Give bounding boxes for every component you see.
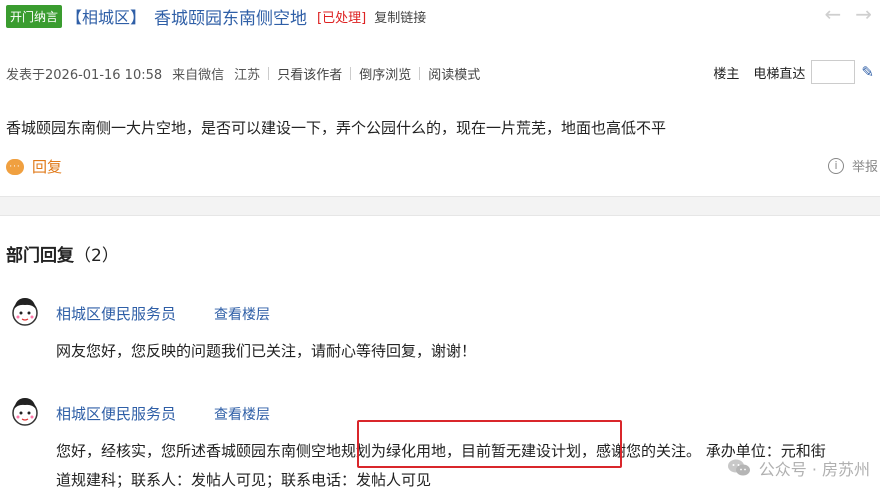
copy-link-button[interactable]: 复制链接 bbox=[374, 7, 426, 26]
floor-jump-input[interactable] bbox=[811, 60, 856, 84]
divider bbox=[350, 66, 352, 80]
reply-user-name[interactable]: 相城区便民服务员 bbox=[56, 403, 176, 424]
reply-text-line: 道规建科；联系人：发帖人可见；联系电话：发帖人可见 bbox=[56, 471, 432, 489]
elevator-label: 电梯直达 bbox=[753, 66, 806, 82]
edit-pen-icon[interactable]: ✎ bbox=[861, 63, 874, 81]
report-label: 举报 bbox=[851, 160, 878, 175]
section-divider bbox=[0, 196, 880, 216]
back-arrow-icon[interactable]: ← bbox=[824, 4, 841, 24]
report-button[interactable]: i 举报 bbox=[827, 156, 878, 175]
dept-replies-count: （2） bbox=[74, 246, 119, 266]
reply-label: 回复 bbox=[32, 158, 63, 176]
forward-arrow-icon[interactable]: → bbox=[855, 4, 872, 24]
divider bbox=[419, 66, 421, 80]
thread-nav: ← → bbox=[824, 4, 872, 24]
watermark: 公众号 · 房苏州 bbox=[727, 456, 870, 480]
reverse-browse-link[interactable]: 倒序浏览 bbox=[359, 64, 411, 83]
dept-replies-label: 部门回复 bbox=[6, 246, 74, 266]
reading-mode-link[interactable]: 阅读模式 bbox=[428, 64, 480, 83]
avatar-icon[interactable] bbox=[10, 295, 40, 329]
reply-user-name[interactable]: 相城区便民服务员 bbox=[56, 303, 176, 324]
post-actions: 楼主 电梯直达 ✎ bbox=[713, 60, 874, 84]
category-tag[interactable]: 开门纳言 bbox=[6, 4, 63, 28]
publish-time: 发表于2026-01-16 10:58 bbox=[6, 67, 163, 83]
post-title-row: 开门纳言 【相城区】 香城颐园东南侧空地 [已处理] 复制链接 bbox=[6, 4, 426, 29]
avatar-icon[interactable] bbox=[10, 395, 40, 429]
reply-button[interactable]: ··· 回复 bbox=[6, 156, 62, 177]
dept-replies-title: 部门回复（2） bbox=[6, 241, 119, 266]
reply-text: 网友您好，您反映的问题我们已关注，请耐心等待回复，谢谢！ bbox=[56, 342, 477, 360]
view-floor-link[interactable]: 查看楼层 bbox=[214, 304, 270, 324]
highlight-annotation-box bbox=[357, 420, 622, 468]
louzhu-label: 楼主 bbox=[713, 66, 740, 82]
info-icon: i bbox=[827, 157, 844, 174]
post-title: 香城颐园东南侧空地 bbox=[154, 8, 308, 29]
only-author-link[interactable]: 只看该作者 bbox=[277, 64, 342, 83]
wechat-icon bbox=[727, 459, 750, 476]
watermark-text: 公众号 · 房苏州 bbox=[758, 460, 870, 479]
status-badge: [已处理] bbox=[317, 10, 367, 26]
chat-bubble-icon: ··· bbox=[6, 158, 24, 175]
view-floor-link[interactable]: 查看楼层 bbox=[214, 404, 270, 424]
post-content: 香城颐园东南侧一大片空地，是否可以建设一下，弄个公园什么的，现在一片荒芜，地面也… bbox=[6, 119, 667, 137]
post-source: 来自微信 bbox=[172, 67, 225, 83]
divider bbox=[268, 66, 270, 80]
district-link[interactable]: 【相城区】 bbox=[66, 4, 146, 28]
post-location: 江苏 bbox=[234, 67, 261, 83]
post-meta: 发表于2026-01-16 10:58 来自微信 江苏 只看该作者 倒序浏览 阅… bbox=[6, 64, 480, 83]
